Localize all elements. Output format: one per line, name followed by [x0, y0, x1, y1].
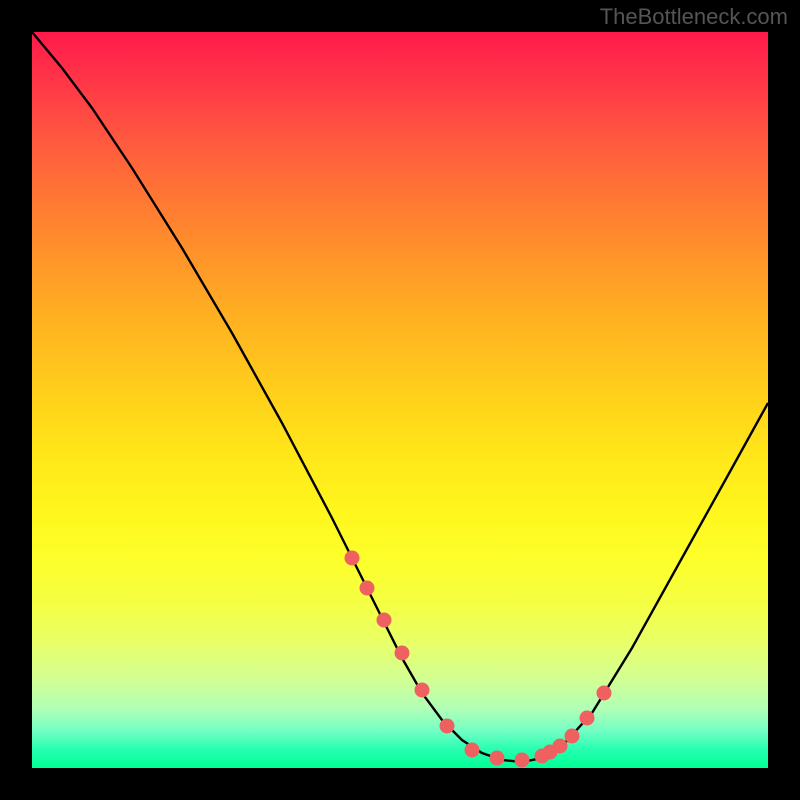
chart-plot-area [32, 32, 768, 768]
data-dot [580, 711, 595, 726]
data-dot [345, 551, 360, 566]
curve-dots [345, 551, 612, 768]
data-dot [465, 743, 480, 758]
data-dot [440, 719, 455, 734]
data-dot [515, 753, 530, 768]
data-dot [553, 739, 568, 754]
data-dot [565, 729, 580, 744]
data-dot [490, 751, 505, 766]
chart-svg [32, 32, 768, 768]
data-dot [360, 581, 375, 596]
data-dot [377, 613, 392, 628]
data-dot [415, 683, 430, 698]
data-dot [597, 686, 612, 701]
watermark-text: TheBottleneck.com [600, 4, 788, 30]
data-dot [395, 646, 410, 661]
